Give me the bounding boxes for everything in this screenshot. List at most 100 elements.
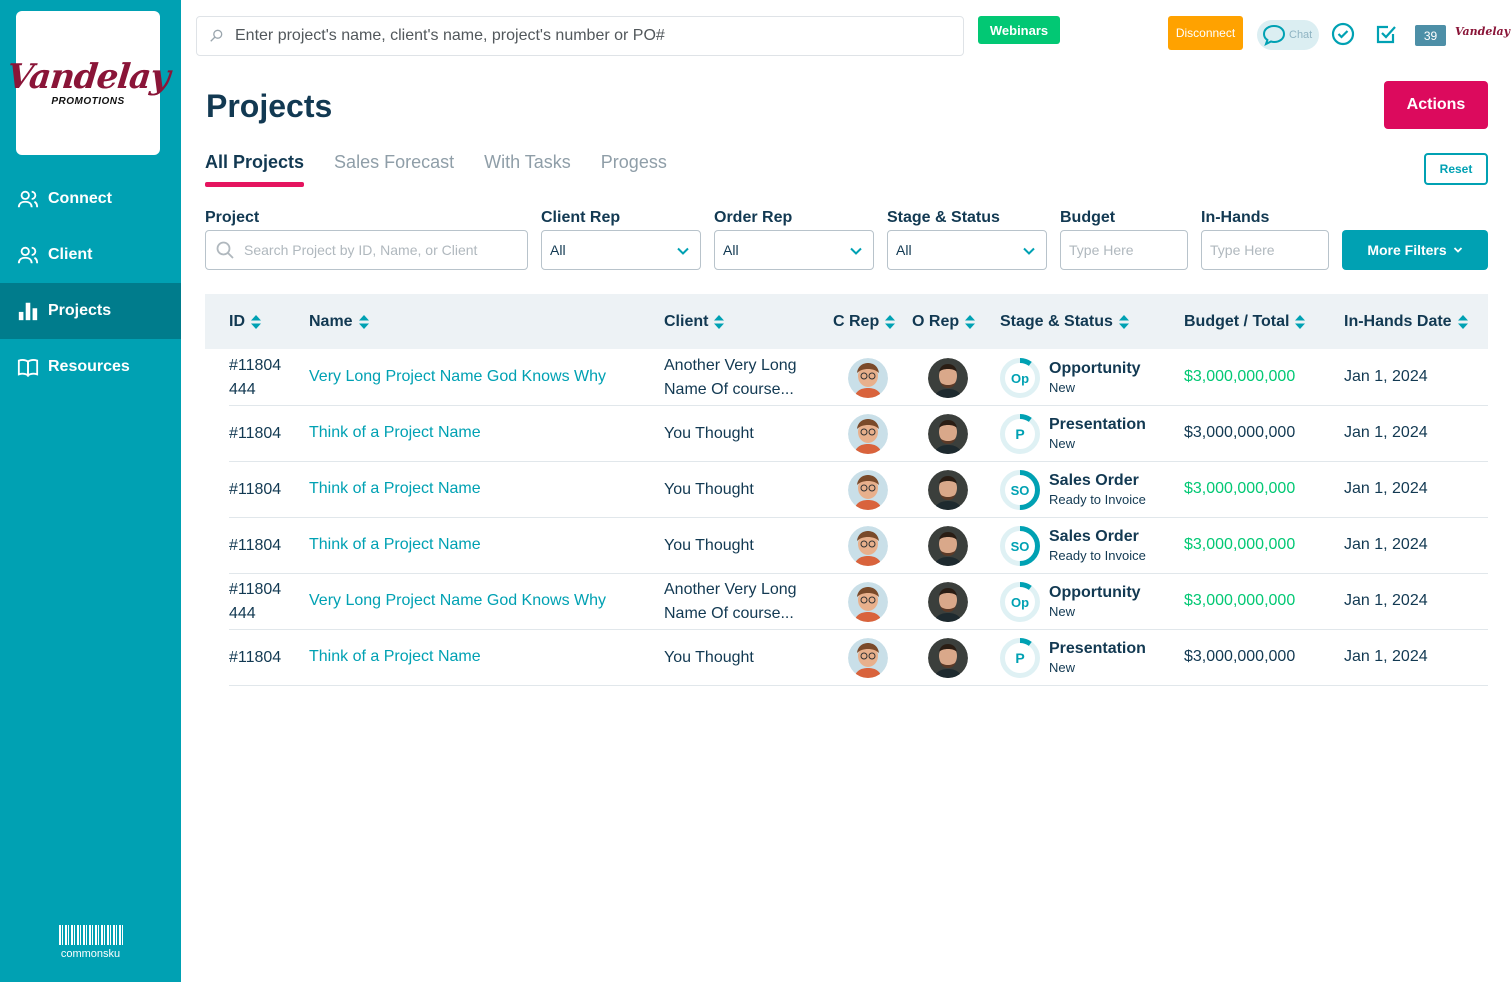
sidebar-item-connect[interactable]: Connect [0,171,181,227]
tab-progress[interactable]: Progess [601,152,667,185]
project-name-link[interactable]: Very Long Project Name God Knows Why [309,368,606,386]
budget-filter-placeholder: Type Here [1069,242,1134,258]
sort-icon [1295,314,1306,329]
sidebar-item-resources[interactable]: Resources [0,339,181,395]
sort-icon [1118,314,1129,329]
sort-icon [965,314,976,329]
client-rep-avatar[interactable] [848,582,888,622]
project-name-link[interactable]: Think of a Project Name [309,536,481,554]
stage-name: Sales Order [1049,528,1139,545]
column-header-label: Name [309,313,353,330]
project-name-link[interactable]: Think of a Project Name [309,648,481,666]
reset-button[interactable]: Reset [1424,153,1488,185]
column-header-client[interactable]: Client [664,313,725,331]
column-header-stage-status[interactable]: Stage & Status [1000,313,1129,331]
project-id-line1: #11804 [229,357,282,374]
table-row[interactable]: #11804 Think of a Project Name You Thoug… [229,406,1488,462]
budget-filter-input[interactable]: Type Here [1060,230,1188,270]
sidebar-item-projects[interactable]: Projects [0,283,181,339]
sidebar-item-client[interactable]: Client [0,227,181,283]
column-header-label: Client [664,313,709,330]
project-tabs: All Projects Sales Forecast With Tasks P… [205,152,697,187]
client-name-line1: You Thought [664,425,754,442]
table-row[interactable]: #11804 Think of a Project Name You Thoug… [229,518,1488,574]
search-icon [210,29,223,42]
project-filter-input[interactable]: Search Project by ID, Name, or Client [205,230,528,270]
order-rep-avatar[interactable] [928,358,968,398]
chevron-down-icon [677,247,689,255]
order-rep-avatar[interactable] [928,414,968,454]
stage-abbreviation: Op [1011,371,1029,386]
client-name-line2: Name Of course... [664,605,794,622]
global-search-input[interactable] [235,27,935,45]
stage-status: Presentation New [1049,415,1146,453]
project-id: #11804 444 [229,354,289,402]
client-rep-avatar[interactable] [848,414,888,454]
inhands-date: Jan 1, 2024 [1344,648,1428,665]
logo-main-text: Vandelay [4,56,172,97]
account-logo[interactable]: Vandelay [1455,25,1510,38]
column-header-budget[interactable]: Budget / Total [1184,313,1306,331]
order-rep-avatar[interactable] [928,470,968,510]
project-id-line1: #11804 [229,581,282,598]
more-filters-button[interactable]: More Filters [1342,230,1488,270]
table-row[interactable]: #11804 444 Very Long Project Name God Kn… [229,350,1488,406]
global-search[interactable] [196,16,964,56]
stage-status-select[interactable]: All [887,230,1047,270]
tab-with-tasks[interactable]: With Tasks [484,152,571,185]
project-id-line2: 444 [229,605,256,622]
inhands-filter-label: In-Hands [1201,209,1270,226]
tab-all-projects[interactable]: All Projects [205,152,305,187]
client-rep-avatar[interactable] [848,358,888,398]
notification-badge[interactable]: 39 [1415,25,1446,46]
sort-icon [1457,314,1468,329]
client-name-line1: Another Very Long [664,581,797,598]
status-name: Ready to Invoice [1049,492,1146,507]
order-rep-avatar[interactable] [928,638,968,678]
sidebar-nav: Connect Client Projects Resources [0,171,181,395]
stage-status: Presentation New [1049,639,1146,677]
client-rep-avatar[interactable] [848,526,888,566]
client-rep-avatar[interactable] [848,470,888,510]
project-filter-label: Project [205,209,260,226]
project-id: #11804 [229,478,289,502]
project-id: #11804 [229,646,289,670]
stage-name: Sales Order [1049,472,1139,489]
webinars-button[interactable]: Webinars [978,16,1060,44]
project-name-link[interactable]: Very Long Project Name God Knows Why [309,592,606,610]
table-row[interactable]: #11804 Think of a Project Name You Thoug… [229,462,1488,518]
table-row[interactable]: #11804 444 Very Long Project Name God Kn… [229,574,1488,630]
sidebar-item-label: Connect [48,190,112,207]
clock-check-icon[interactable] [1331,22,1355,46]
stage-status: Sales Order Ready to Invoice [1049,527,1146,565]
client-name: Another Very Long Name Of course... [664,354,814,402]
project-name-link[interactable]: Think of a Project Name [309,480,481,498]
project-name-link[interactable]: Think of a Project Name [309,424,481,442]
actions-button[interactable]: Actions [1384,81,1488,129]
chat-button[interactable]: Chat [1257,20,1319,50]
column-header-order-rep[interactable]: O Rep [912,313,976,331]
column-header-name[interactable]: Name [309,313,369,331]
table-row[interactable]: #11804 Think of a Project Name You Thoug… [229,630,1488,686]
tab-sales-forecast[interactable]: Sales Forecast [334,152,454,185]
order-rep-avatar[interactable] [928,582,968,622]
status-name: Ready to Invoice [1049,548,1146,563]
order-rep-select[interactable]: All [714,230,874,270]
company-logo[interactable]: Vandelay PROMOTIONS [5,11,171,155]
column-header-inhands-date[interactable]: In-Hands Date [1344,313,1468,331]
stage-abbreviation: P [1015,426,1024,442]
project-id-line2: 444 [229,381,256,398]
order-rep-avatar[interactable] [928,526,968,566]
client-name-line1: You Thought [664,649,754,666]
client-rep-select[interactable]: All [541,230,701,270]
more-filters-label: More Filters [1367,242,1447,258]
client-rep-avatar[interactable] [848,638,888,678]
column-header-id[interactable]: ID [229,313,261,331]
inhands-filter-input[interactable]: Type Here [1201,230,1329,270]
client-name: You Thought [664,534,814,558]
column-header-client-rep[interactable]: C Rep [833,313,896,331]
footer-brand-text: commonsku [60,948,121,960]
budget-total: $3,000,000,000 [1184,368,1296,385]
disconnect-button[interactable]: Disconnect [1168,16,1243,50]
tasks-icon[interactable] [1374,22,1398,46]
